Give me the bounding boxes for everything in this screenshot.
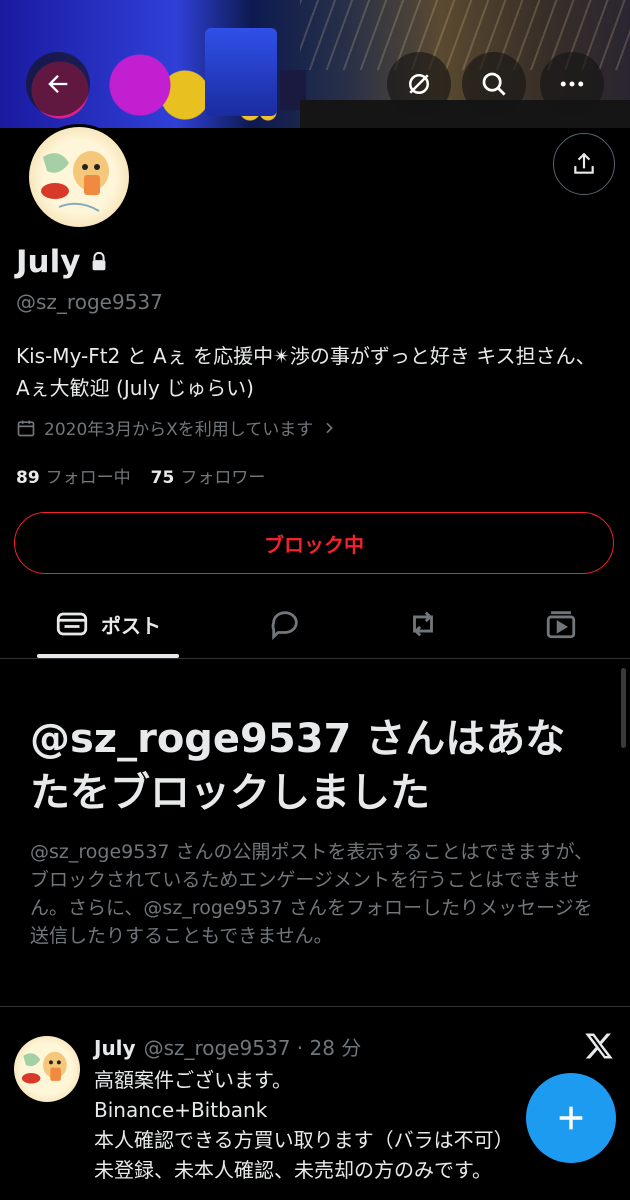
tab-posts[interactable]: ポスト — [37, 590, 179, 658]
share-icon — [574, 152, 594, 174]
more-button[interactable] — [540, 52, 604, 116]
profile-name-row: July — [16, 244, 110, 280]
tweet-line: Binance+Bitbank — [94, 1098, 268, 1122]
divider — [0, 1006, 630, 1007]
lock-icon — [93, 251, 106, 271]
avatar-illustration — [41, 151, 109, 212]
join-date-row[interactable]: 2020年3月からXを利用しています — [16, 415, 337, 440]
scrollbar[interactable] — [621, 668, 626, 748]
more-icon — [560, 81, 584, 87]
tweet-line: 本人確認できる方買い取ります（バラは不可） — [94, 1128, 514, 1152]
tab-replies[interactable] — [250, 590, 320, 658]
blocked-title: @sz_roge9537 さんはあなたをブロックしました — [30, 716, 566, 816]
tab-reposts[interactable] — [388, 590, 458, 658]
follow-stats: 89 フォロー中 75 フォロワー — [16, 463, 265, 488]
tab-media[interactable] — [526, 590, 596, 658]
posts-icon — [56, 612, 88, 636]
calendar-icon — [17, 420, 35, 436]
x-logo-icon — [584, 1032, 614, 1064]
tweet-meta: @sz_roge9537 · 28 分 — [143, 1036, 362, 1060]
profile-avatar[interactable] — [29, 127, 129, 227]
avatar-illustration-small — [21, 1051, 67, 1084]
blocked-description: @sz_roge9537 さんの公開ポストを表示することはできますが、ブロックさ… — [30, 841, 594, 947]
followers-count: 75 — [150, 468, 175, 488]
tweet-header: July @sz_roge9537 · 28 分 — [94, 1032, 361, 1061]
profile-banner — [0, 0, 630, 128]
following-label: フォロー中 — [45, 468, 131, 488]
tweet-text: 高額案件ございます。 Binance+Bitbank 本人確認できる方買い取りま… — [94, 1065, 554, 1185]
following-link[interactable]: 89 フォロー中 — [16, 463, 131, 488]
translate-button[interactable] — [387, 52, 451, 116]
tweet-avatar[interactable] — [14, 1036, 80, 1102]
followers-label: フォロワー — [180, 468, 266, 488]
no-translate-icon — [409, 74, 429, 94]
banner-led-screen — [205, 28, 277, 116]
following-count: 89 — [16, 468, 40, 488]
profile-name: July — [16, 244, 81, 280]
tweet-author-name[interactable]: July — [94, 1036, 136, 1060]
profile-bio: Kis-My-Ft2 と Aぇ を応援中✴︎渉の事がずっと好き キス担さん、Aぇ… — [16, 344, 596, 400]
tweet-line: 未登録、未本人確認、未売却の方のみです。 — [94, 1158, 492, 1182]
compose-button[interactable] — [526, 1073, 616, 1163]
blocked-button[interactable]: ブロック中 — [14, 512, 614, 574]
search-button[interactable] — [462, 52, 526, 116]
back-button[interactable] — [26, 52, 90, 116]
arrow-left-icon — [48, 75, 68, 93]
profile-tabs: ポスト — [0, 590, 630, 659]
repost-icon — [413, 611, 433, 637]
tweet-line: 高額案件ございます。 — [94, 1068, 292, 1092]
chevron-right-icon — [326, 422, 334, 433]
tab-posts-label: ポスト — [101, 613, 161, 638]
join-date: 2020年3月からXを利用しています — [44, 420, 314, 440]
followers-link[interactable]: 75 フォロワー — [151, 463, 266, 488]
media-icon — [546, 611, 576, 639]
tab-active-indicator — [37, 654, 179, 658]
profile-handle: @sz_roge9537 — [16, 290, 163, 314]
search-icon — [482, 72, 506, 96]
reply-icon — [271, 611, 298, 641]
share-button[interactable] — [553, 133, 615, 195]
plus-icon — [559, 1106, 583, 1130]
